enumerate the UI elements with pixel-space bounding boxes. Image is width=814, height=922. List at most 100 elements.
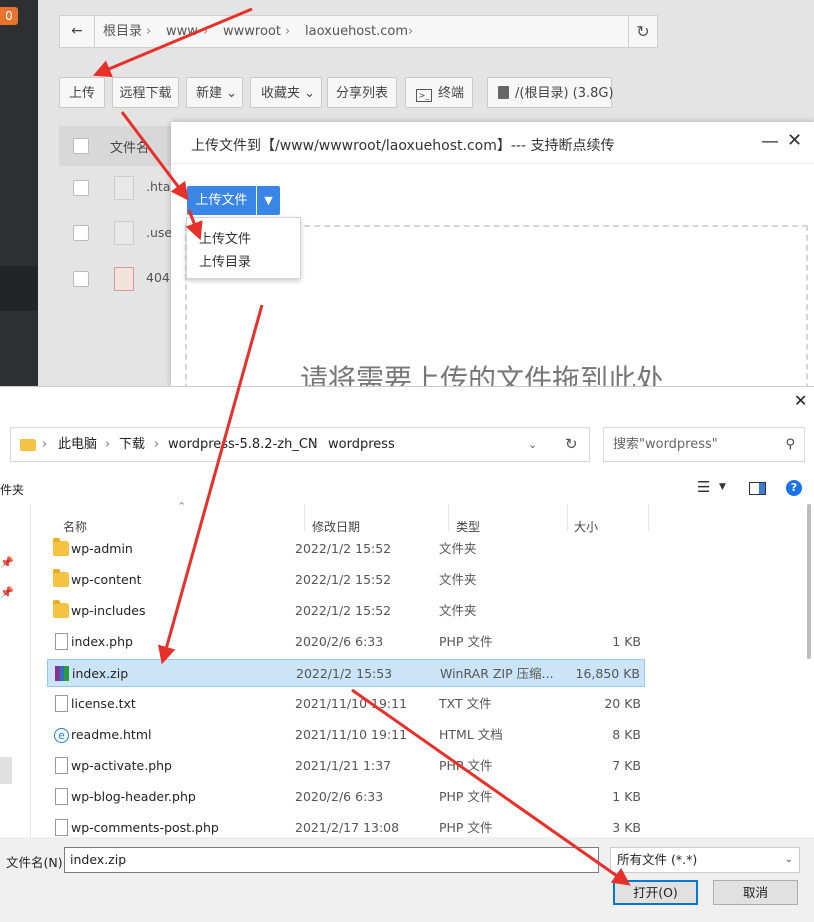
address-segment[interactable]: wordpress [328,428,395,461]
column-size[interactable]: 大小 [574,518,598,535]
file-name[interactable]: 404. [146,270,174,285]
caret-down-icon[interactable]: ▼ [719,482,726,492]
terminal-label: 终端 [438,86,465,101]
sidebar-active-item[interactable] [0,266,38,311]
menu-item-upload-folder[interactable]: 上传目录 [199,251,251,270]
filename-input[interactable]: index.zip [64,847,599,873]
caret-down-icon[interactable]: ▼ [257,186,280,215]
address-segment[interactable]: 此电脑 [58,428,97,461]
select-all-checkbox[interactable] [73,138,89,154]
scrollbar-thumb[interactable] [807,504,811,659]
vertical-scrollbar[interactable] [805,504,813,837]
cell-type: 文件夹 [439,541,477,556]
file-open-dialog: ✕ › 此电脑 › 下载 › wordpress-5.8.2-zh_CN › w… [0,386,814,922]
chevron-right-icon: › [203,24,209,39]
file-icon [55,695,68,712]
sidebar [0,0,38,386]
breadcrumb-item[interactable]: wwwroot [223,16,281,47]
disk-label: /(根目录) (3.8G) [515,86,614,101]
favorites-dropdown-button[interactable]: 收藏夹 ⌄ [250,77,322,108]
file-list: ⌃ 名称 修改日期 类型 大小 wp-admin 2022/1/2 15:52 文件… [30,500,803,837]
cell-size: 1 KB [612,634,641,649]
search-box[interactable]: 搜索"wordpress" ⚲ [603,427,805,462]
list-item[interactable]: wp-includes 2022/1/2 15:52 文件夹 [47,597,645,625]
column-divider[interactable] [448,504,449,531]
filename-value: index.zip [70,852,127,867]
disk-icon [498,86,509,99]
terminal-button[interactable]: >_ 终端 [405,77,473,108]
list-item[interactable]: wp-activate.php 2021/1/21 1:37 PHP 文件 7 KB [47,752,645,780]
chevron-down-icon[interactable]: ⌄ [528,428,537,461]
column-divider[interactable] [304,504,305,531]
cell-date: 2020/2/6 6:33 [295,789,384,804]
cell-name: index.php [71,634,133,649]
menu-item-upload-file[interactable]: 上传文件 [199,228,251,247]
cell-type: PHP 文件 [439,789,493,804]
filetype-select[interactable]: 所有文件 (*.*) ⌄ [610,847,800,873]
cancel-button[interactable]: 取消 [713,880,798,905]
refresh-icon[interactable]: ↻ [565,428,578,461]
list-item[interactable]: index.php 2020/2/6 6:33 PHP 文件 1 KB [47,628,645,656]
chevron-right-icon: › [146,24,152,39]
list-item[interactable]: wp-blog-header.php 2020/2/6 6:33 PHP 文件 1 K… [47,783,645,811]
remote-download-button[interactable]: 远程下载 [112,77,179,108]
folder-icon [53,538,69,556]
disk-button[interactable]: /(根目录) (3.8G) [487,77,614,108]
upload-file-button[interactable]: 上传文件 [187,186,256,215]
notification-badge: 0 [0,7,18,25]
address-segment[interactable]: 下载 [119,428,145,461]
list-item[interactable]: wp-content 2022/1/2 15:52 文件夹 [47,566,645,594]
minimize-icon[interactable]: — [761,131,779,152]
refresh-icon[interactable]: ↻ [628,16,657,47]
share-list-button[interactable]: 分享列表 [327,77,397,108]
filetype-value: 所有文件 (*.*) [617,852,698,867]
column-type[interactable]: 类型 [456,518,480,535]
list-item[interactable]: e readme.html 2021/11/10 19:11 HTML 文档 8 KB [47,721,645,749]
breadcrumb: ← 根目录 › www › wwwroot › laoxuehost.com ›… [59,15,658,48]
column-divider[interactable] [567,504,568,531]
view-list-icon[interactable]: ☰ [697,478,710,496]
new-folder-button[interactable]: 件夹 [0,481,24,498]
list-item[interactable]: license.txt 2021/11/10 19:11 TXT 文件 20 KB [47,690,645,718]
row-checkbox[interactable] [73,225,89,241]
cell-name: wp-activate.php [71,758,172,773]
cell-date: 2022/1/2 15:52 [295,572,392,587]
file-icon [55,788,68,805]
navigation-pane: 📌 📌 [0,504,30,837]
breadcrumb-item[interactable]: 根目录 [103,16,142,47]
new-label: 新建 [196,86,223,101]
preview-pane-icon[interactable] [749,482,766,495]
close-icon[interactable]: ✕ [794,391,807,410]
cell-name: index.zip [72,666,129,681]
cell-name: wp-admin [71,541,133,556]
search-icon[interactable]: ⚲ [785,428,795,461]
new-dropdown-button[interactable]: 新建 ⌄ [186,77,243,108]
close-icon[interactable]: ✕ [787,130,802,151]
cell-name: wp-blog-header.php [71,789,196,804]
breadcrumb-item[interactable]: laoxuehost.com [305,16,408,47]
breadcrumb-item[interactable]: www [166,16,198,47]
address-bar[interactable]: › 此电脑 › 下载 › wordpress-5.8.2-zh_CN › wor… [10,427,590,462]
column-name[interactable]: 名称 [63,518,87,535]
column-date[interactable]: 修改日期 [312,518,360,535]
open-button[interactable]: 打开(O) [613,880,698,905]
cell-size: 20 KB [604,696,641,711]
favorites-label: 收藏夹 [261,86,301,101]
help-icon[interactable]: ? [786,480,802,496]
row-checkbox[interactable] [73,180,89,196]
nav-selected-item[interactable] [0,757,12,784]
upload-button[interactable]: 上传 [59,77,105,108]
chevron-right-icon: › [154,437,160,452]
row-checkbox[interactable] [73,271,89,287]
divider [171,163,814,164]
list-item[interactable]: index.zip 2022/1/2 15:53 WinRAR ZIP 压缩... 1… [47,659,645,687]
chevron-right-icon: › [42,437,48,452]
back-arrow-icon[interactable]: ← [60,16,95,47]
filename-label: 文件名(N): [6,855,67,870]
list-item[interactable]: wp-admin 2022/1/2 15:52 文件夹 [47,535,645,563]
address-segment[interactable]: wordpress-5.8.2-zh_CN [168,428,318,461]
chevron-right-icon: › [408,24,414,39]
column-divider[interactable] [648,504,649,531]
cell-name: wp-includes [71,603,146,618]
cell-date: 2021/11/10 19:11 [295,696,408,711]
